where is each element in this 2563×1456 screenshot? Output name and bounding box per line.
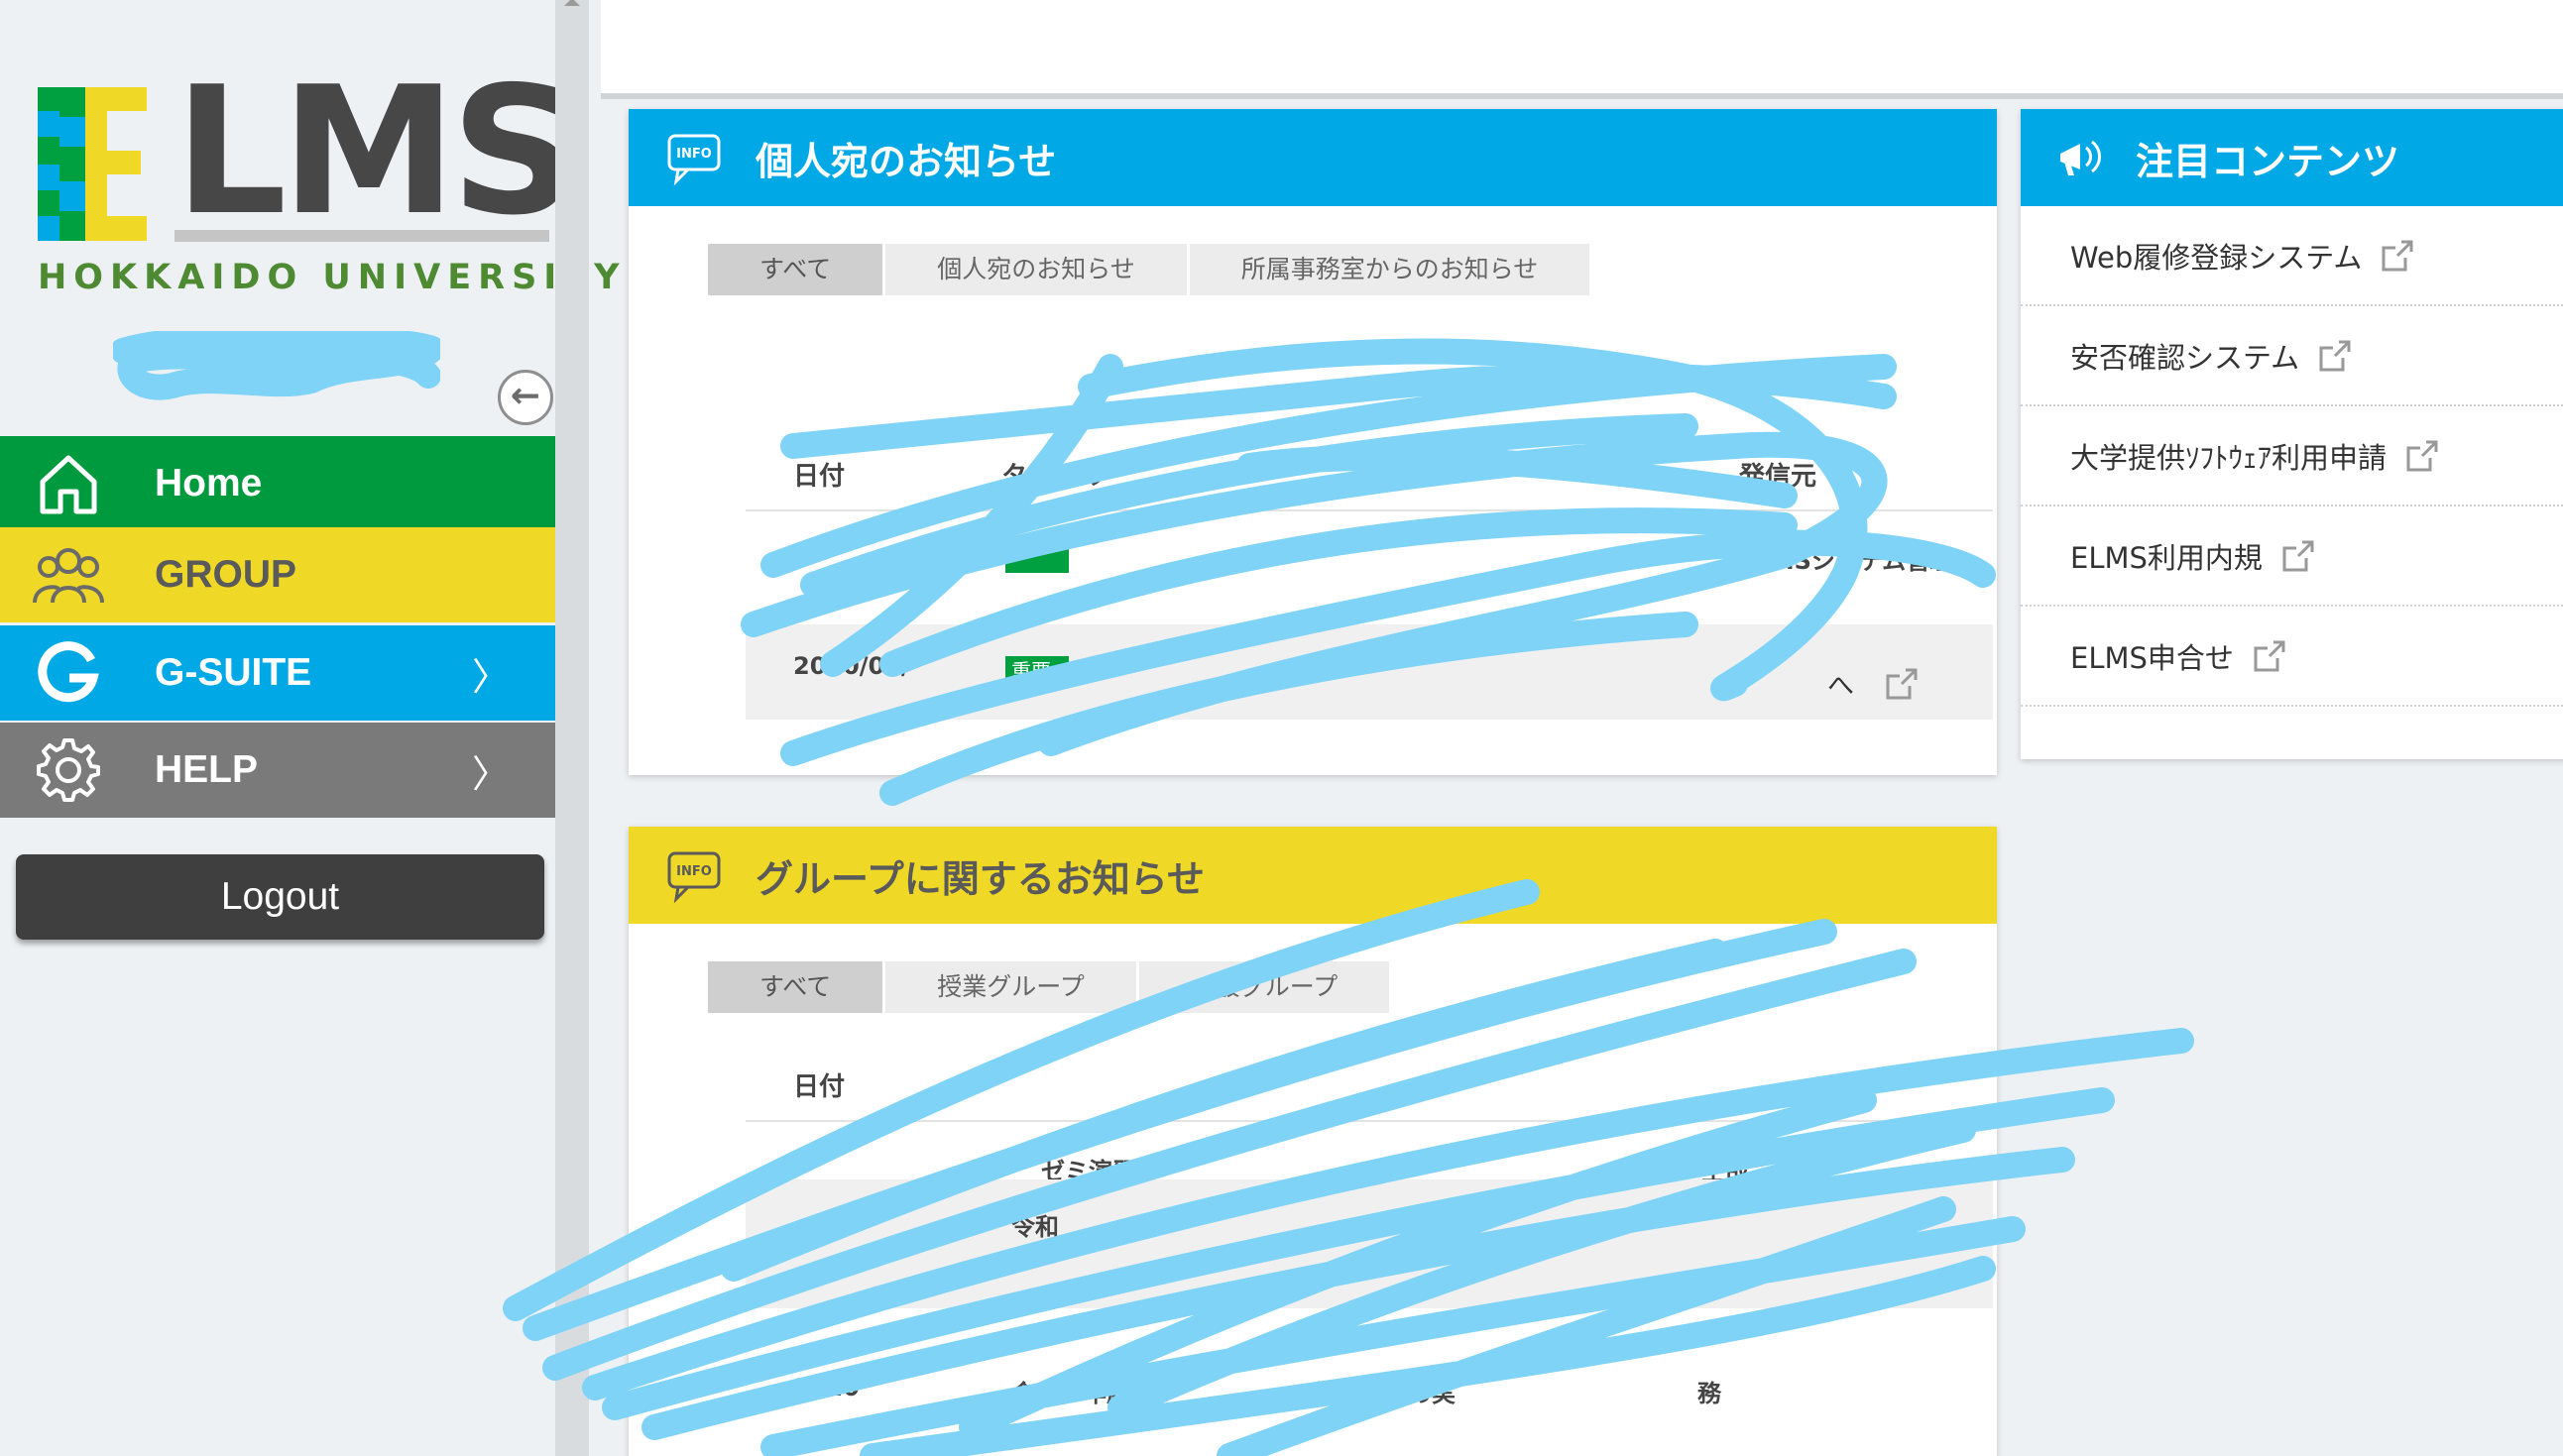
featured-link-safety-confirmation[interactable]: 安否確認システム — [2021, 306, 2563, 406]
tab-all[interactable]: すべて — [708, 961, 883, 1013]
panel-header: 注目コンテンツ — [2021, 109, 2563, 206]
featured-link-label: 大学提供ｿﾌﾄｳｪｱ利用申請 — [2070, 440, 2388, 475]
elms-logo[interactable]: LMS HOKKAIDO UNIVERSITY — [38, 63, 620, 300]
table-row[interactable]: 令和 — [746, 1179, 1993, 1308]
sender-cell: 務 — [1697, 1380, 1721, 1407]
title-cell: 令和 — [1011, 1213, 1059, 1241]
circle-arrow-left-icon[interactable]: ← — [498, 370, 553, 425]
nav-label-group: GROUP — [155, 553, 297, 596]
badge — [1005, 543, 1069, 573]
elms-e-mark — [38, 87, 152, 241]
nav-item-help[interactable]: HELP 〉 — [0, 723, 555, 818]
nav-item-group[interactable]: GROUP — [0, 527, 555, 622]
sidebar-scrollbar[interactable] — [555, 0, 589, 1456]
top-header-bar — [601, 0, 2563, 99]
home-icon — [32, 447, 105, 520]
logout-button[interactable]: Logout — [16, 854, 544, 940]
title-cell-extra: 集中講義の実 — [1313, 1380, 1456, 1407]
nav-label-gsuite: G-SUITE — [155, 651, 312, 694]
date-cell: 2020 — [793, 1374, 860, 1401]
featured-link-software-request[interactable]: 大学提供ｿﾌﾄｳｪｱ利用申請 — [2021, 406, 2563, 506]
gear-icon — [32, 733, 105, 807]
external-link-icon — [1886, 668, 1918, 699]
featured-content-panel: 注目コンテンツ Web履修登録システム 安否確認システム 大学提供ｿﾌﾄｳｪｱ利… — [2021, 109, 2563, 759]
svg-text:INFO: INFO — [676, 864, 712, 879]
group-notices-panel: INFO グループに関するお知らせ すべて 授業グループ 一般グループ 日付 ゼ… — [629, 827, 1997, 1456]
tab-all[interactable]: すべて — [708, 244, 883, 295]
external-link-icon — [2282, 540, 2314, 571]
nav-item-gsuite[interactable]: G-SUITE 〉 — [0, 625, 555, 721]
group-tabs: すべて 授業グループ 一般グループ — [708, 961, 1390, 1013]
external-link-icon — [2382, 240, 2413, 271]
tab-general-group[interactable]: 一般グループ — [1138, 961, 1390, 1013]
sender-cell: ELMSシステム管理 — [1739, 547, 1954, 575]
external-link-icon — [2254, 640, 2285, 671]
column-title: タイトル — [1001, 462, 1106, 492]
panel-title: 個人宛のお知らせ — [756, 139, 1057, 183]
chevron-right-icon: 〉 — [471, 654, 510, 699]
group-icon — [32, 538, 105, 612]
external-link-icon — [2406, 440, 2438, 471]
nav-label-help: HELP — [155, 748, 259, 791]
featured-link-label: 安否確認システム — [2070, 340, 2300, 375]
megaphone-icon — [2060, 140, 2101, 175]
panel-title: グループに関するお知らせ — [756, 856, 1205, 901]
tab-class-group[interactable]: 授業グループ — [885, 961, 1136, 1013]
personal-notices-panel: INFO 個人宛のお知らせ すべて 個人宛のお知らせ 所属事務室からのお知らせ … — [629, 109, 1997, 775]
important-badge: 重要 — [1005, 656, 1069, 686]
info-speech-bubble-icon: INFO — [667, 134, 721, 185]
table-row[interactable]: 2020/04/ 重要 — [746, 624, 1993, 720]
featured-link-elms-agreement[interactable]: ELMS申合せ — [2021, 607, 2563, 707]
panel-header: INFO グループに関するお知らせ — [629, 827, 1997, 924]
date-cell: 2020/04/ — [793, 652, 910, 680]
notice-table: 日付 タイトル 発信元 ELMSシステム管理 2020/04/ 重要 — [746, 335, 1993, 751]
panel-header: INFO 個人宛のお知らせ — [629, 109, 1997, 206]
group-notice-table: 日付 ゼミ演習 主哉 令和 2020 令和２年度第 集中講義の実 務 — [746, 1051, 1993, 1456]
column-date: 日付 — [793, 1072, 846, 1102]
logo-lms-text: LMS — [175, 49, 578, 254]
title-cell: 令和２年度第 — [1011, 1380, 1154, 1407]
tab-personal[interactable]: 個人宛のお知らせ — [885, 244, 1187, 295]
more-label: へ — [1827, 671, 1854, 702]
featured-link-web-registration[interactable]: Web履修登録システム — [2021, 206, 2563, 306]
featured-link-label: ELMS申合せ — [2070, 640, 2234, 675]
panel-title: 注目コンテンツ — [2136, 139, 2400, 183]
featured-link-elms-rules[interactable]: ELMS利用内規 — [2021, 506, 2563, 607]
chevron-right-icon: 〉 — [471, 751, 510, 796]
featured-link-label: Web履修登録システム — [2070, 240, 2363, 275]
university-name: HOKKAIDO UNIVERSITY — [38, 258, 627, 297]
column-sender: 発信元 — [1739, 462, 1817, 492]
notice-tabs: すべて 個人宛のお知らせ 所属事務室からのお知らせ — [708, 244, 1590, 295]
nav-label-home: Home — [155, 462, 263, 504]
logo-underline — [175, 230, 549, 242]
svg-text:INFO: INFO — [676, 147, 712, 162]
external-link-icon — [2319, 340, 2351, 371]
tab-office[interactable]: 所属事務室からのお知らせ — [1189, 244, 1590, 295]
more-notices-link[interactable]: へ — [1827, 664, 1920, 703]
column-date: 日付 — [793, 462, 846, 492]
sidebar: LMS HOKKAIDO UNIVERSITY ← Home GROUP G-S… — [0, 0, 620, 1456]
featured-link-label: ELMS利用内規 — [2070, 540, 2263, 575]
info-speech-bubble-icon: INFO — [667, 851, 721, 903]
redacted-user-name — [113, 331, 440, 400]
nav-item-home[interactable]: Home — [0, 436, 555, 531]
google-g-icon — [32, 636, 105, 710]
